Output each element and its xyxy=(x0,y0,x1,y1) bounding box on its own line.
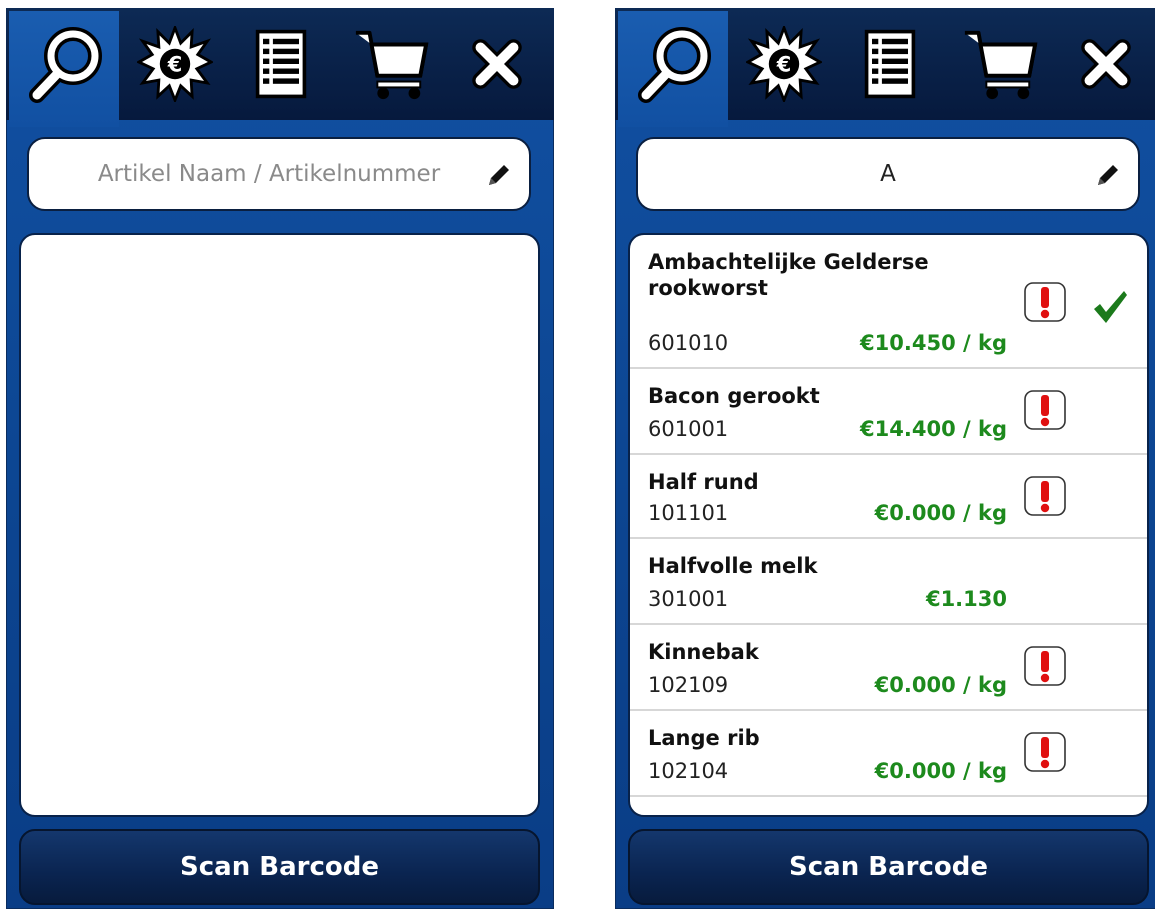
pencil-icon[interactable] xyxy=(485,161,513,189)
search-placeholder: Artikel Naam / Artikelnummer xyxy=(97,161,441,187)
result-article-number: 601010 xyxy=(648,331,729,355)
result-name: Kinnebak xyxy=(648,640,759,664)
tab-close[interactable] xyxy=(1051,8,1155,120)
checkmark-icon xyxy=(1090,287,1130,327)
warning-icon[interactable] xyxy=(1023,645,1067,687)
search-input[interactable]: Artikel Naam / Artikelnummer xyxy=(27,137,531,211)
tab-cart[interactable] xyxy=(945,8,1055,120)
tab-list[interactable] xyxy=(835,8,945,120)
result-article-number: 102104 xyxy=(648,759,729,783)
result-price: €0.000 / kg xyxy=(874,673,1007,697)
euro-burst-icon xyxy=(746,26,822,102)
result-article-number: 301001 xyxy=(648,587,729,611)
result-price: €10.450 / kg xyxy=(860,331,1007,355)
list-icon xyxy=(854,28,926,100)
results-list-empty xyxy=(19,233,540,817)
result-price: €1.130 xyxy=(925,587,1007,611)
euro-burst-icon xyxy=(137,26,213,102)
tab-search[interactable] xyxy=(12,8,122,120)
result-name: Bacon gerookt xyxy=(648,384,820,408)
tab-list[interactable] xyxy=(226,8,336,120)
result-row[interactable]: Half rund 101101 €0.000 / kg xyxy=(630,455,1147,539)
result-row[interactable]: Bacon gerookt 601001 €14.400 / kg xyxy=(630,369,1147,455)
search-icon xyxy=(636,24,716,104)
results-list[interactable]: Ambachtelijke Gelderse rookworst 601010 €1… xyxy=(628,233,1149,817)
warning-icon[interactable] xyxy=(1023,475,1067,517)
screen-search-results: A Ambachtelijke Gelderse rookworst 601010… xyxy=(615,8,1155,909)
tab-bar xyxy=(615,8,1155,127)
warning-icon[interactable] xyxy=(1023,389,1067,431)
cart-icon xyxy=(352,25,430,103)
search-icon xyxy=(27,24,107,104)
result-row[interactable]: Halfvolle melk 301001 €1.130 xyxy=(630,539,1147,625)
result-name: Halfvolle melk xyxy=(648,554,818,578)
result-row[interactable]: Lange rib 102104 €0.000 / kg xyxy=(630,711,1147,797)
tab-close[interactable] xyxy=(442,8,552,120)
tab-search[interactable] xyxy=(621,8,731,120)
scan-barcode-button[interactable]: Scan Barcode xyxy=(19,829,540,905)
search-value: A xyxy=(880,161,896,187)
result-name: Lange rib xyxy=(648,726,760,750)
close-icon xyxy=(1073,31,1139,97)
result-price: €14.400 / kg xyxy=(860,417,1007,441)
scan-barcode-button[interactable]: Scan Barcode xyxy=(628,829,1149,905)
result-price: €0.000 / kg xyxy=(874,501,1007,525)
search-input[interactable]: A xyxy=(636,137,1140,211)
result-article-number: 102109 xyxy=(648,673,729,697)
cart-icon xyxy=(961,25,1039,103)
scan-barcode-label: Scan Barcode xyxy=(789,852,988,882)
tab-bar xyxy=(6,8,554,127)
screen-empty-search: Artikel Naam / Artikelnummer Scan Barcod… xyxy=(6,8,554,909)
result-row[interactable]: Ambachtelijke Gelderse rookworst 601010 €1… xyxy=(630,235,1147,369)
list-icon xyxy=(245,28,317,100)
result-name: Ambachtelijke Gelderse rookworst xyxy=(648,250,929,300)
scan-barcode-label: Scan Barcode xyxy=(180,852,379,882)
result-price: €0.000 / kg xyxy=(874,759,1007,783)
warning-icon[interactable] xyxy=(1023,731,1067,773)
result-article-number: 601001 xyxy=(648,417,729,441)
result-article-number: 101101 xyxy=(648,501,729,525)
tab-offers[interactable] xyxy=(729,8,839,120)
warning-icon[interactable] xyxy=(1023,281,1067,323)
result-name: Half rund xyxy=(648,470,759,494)
pencil-icon[interactable] xyxy=(1094,161,1122,189)
close-icon xyxy=(464,31,530,97)
tab-offers[interactable] xyxy=(120,8,230,120)
tab-cart[interactable] xyxy=(336,8,446,120)
result-row[interactable]: Kinnebak 102109 €0.000 / kg xyxy=(630,625,1147,711)
